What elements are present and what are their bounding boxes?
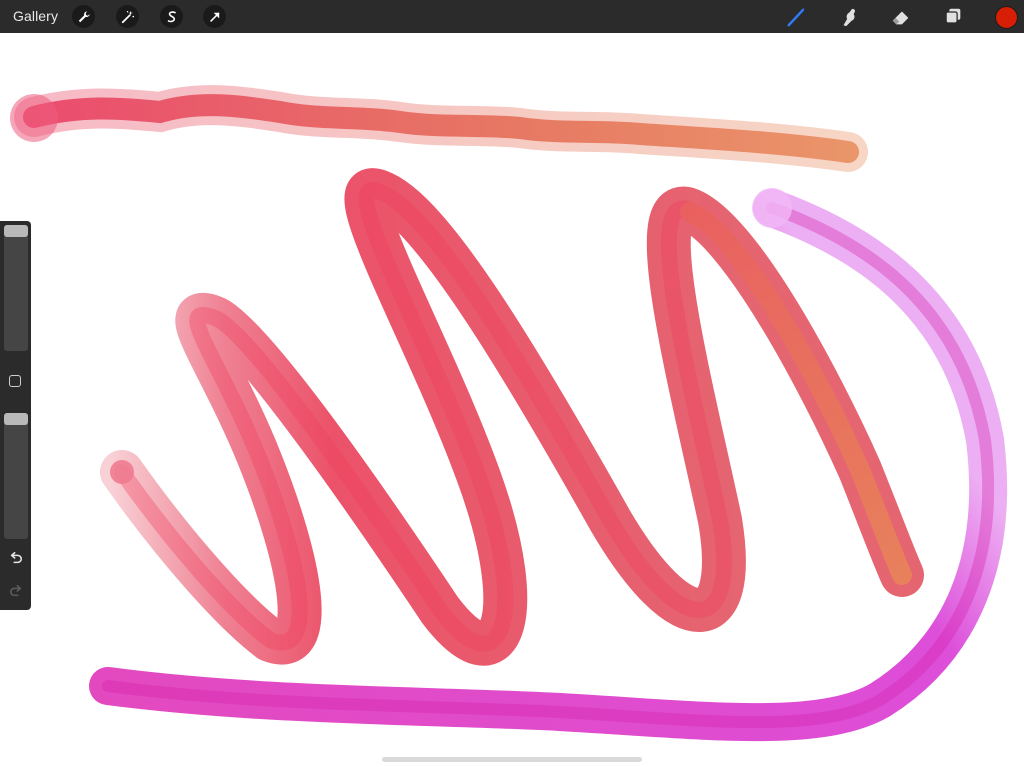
selection-s-icon	[167, 10, 176, 22]
layers-button[interactable]	[940, 4, 966, 30]
smudge-finger-icon	[843, 8, 856, 27]
brush-tool-button[interactable]	[783, 4, 809, 30]
redo-button[interactable]	[7, 583, 25, 599]
undo-button[interactable]	[7, 550, 25, 566]
magic-wand-icon	[121, 10, 134, 23]
modify-button[interactable]	[9, 375, 21, 387]
gallery-button[interactable]: Gallery	[13, 8, 58, 25]
undo-icon	[10, 551, 23, 564]
top-toolbar: Gallery	[0, 0, 1024, 33]
brush-size-thumb[interactable]	[4, 225, 28, 237]
adjustments-button[interactable]	[116, 5, 139, 28]
actions-button[interactable]	[72, 5, 95, 28]
opacity-slider[interactable]	[4, 413, 28, 539]
arrow-cursor-icon	[209, 12, 219, 22]
eraser-tool-button[interactable]	[888, 4, 914, 30]
transform-button[interactable]	[203, 5, 226, 28]
spiral-stroke	[100, 168, 924, 666]
layers-icon	[945, 8, 961, 24]
home-indicator	[382, 757, 642, 762]
brush-size-slider[interactable]	[4, 225, 28, 351]
wrench-icon	[78, 10, 90, 22]
drawing-canvas[interactable]	[0, 33, 1024, 767]
brush-icon	[787, 8, 805, 27]
color-picker-swatch[interactable]	[995, 6, 1018, 29]
smudge-tool-button[interactable]	[836, 4, 862, 30]
opacity-thumb[interactable]	[4, 413, 28, 425]
canvas-strokes	[10, 85, 1007, 742]
left-sidebar	[0, 221, 31, 610]
wavy-stroke	[10, 85, 868, 172]
redo-icon	[9, 584, 22, 597]
eraser-icon	[892, 11, 909, 25]
selection-button[interactable]	[160, 5, 183, 28]
